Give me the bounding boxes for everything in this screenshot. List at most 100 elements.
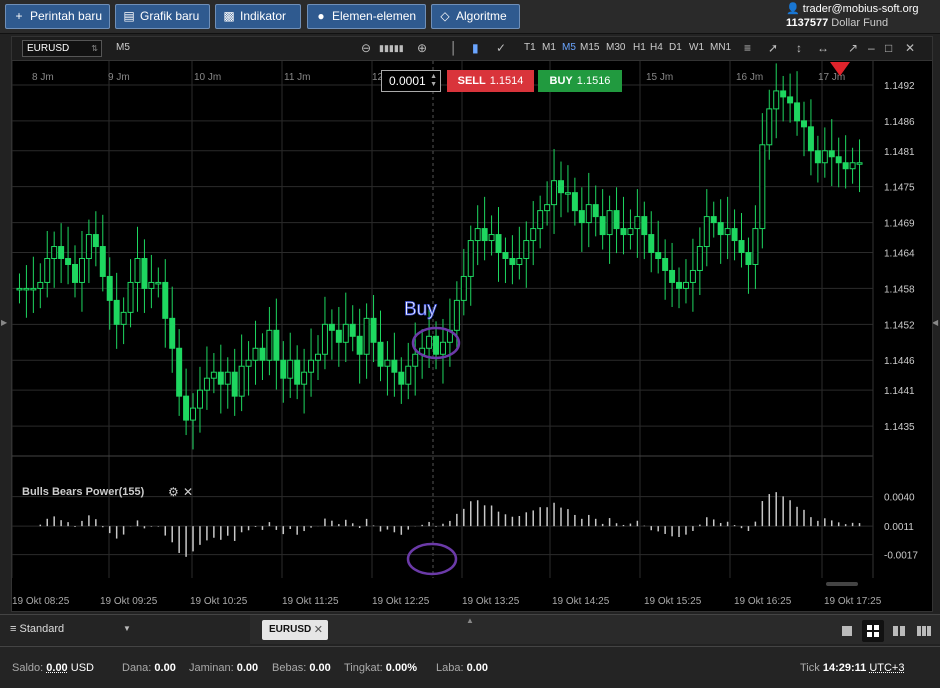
layout-horizontal-button[interactable] bbox=[912, 620, 934, 642]
candle[interactable] bbox=[544, 204, 551, 212]
elements-button[interactable]: ● Elemen-elemen bbox=[307, 4, 426, 29]
lot-input[interactable]: 0.0001 ▲ ▼ bbox=[381, 70, 441, 92]
candle[interactable] bbox=[578, 210, 585, 224]
candle[interactable] bbox=[738, 240, 745, 254]
candle[interactable] bbox=[606, 210, 613, 236]
candle[interactable] bbox=[245, 359, 252, 367]
candle[interactable] bbox=[502, 252, 509, 260]
candle[interactable] bbox=[308, 359, 315, 373]
candle[interactable] bbox=[627, 228, 634, 236]
candle[interactable] bbox=[620, 228, 627, 236]
timeframe-mn1[interactable]: MN1 bbox=[710, 42, 731, 53]
candle[interactable] bbox=[315, 353, 322, 361]
candle[interactable] bbox=[377, 341, 384, 367]
candle[interactable] bbox=[717, 222, 724, 236]
indicator-close-icon[interactable]: ✕ bbox=[183, 485, 193, 499]
candle[interactable] bbox=[231, 371, 238, 397]
candle[interactable] bbox=[592, 204, 599, 218]
layout-single-button[interactable] bbox=[836, 620, 858, 642]
candle[interactable] bbox=[662, 258, 669, 271]
left-panel-arrow-icon[interactable]: ▶ bbox=[1, 318, 7, 327]
candle[interactable] bbox=[44, 258, 51, 283]
candle[interactable] bbox=[634, 216, 641, 230]
candle[interactable] bbox=[523, 240, 530, 260]
candle[interactable] bbox=[453, 299, 460, 331]
candle[interactable] bbox=[169, 317, 176, 349]
candle[interactable] bbox=[613, 210, 620, 230]
candle[interactable] bbox=[321, 323, 328, 355]
horizontal-line-icon[interactable]: ↔ bbox=[817, 41, 829, 55]
timeframe-w1[interactable]: W1 bbox=[689, 42, 704, 53]
candle[interactable] bbox=[752, 228, 759, 265]
candle[interactable] bbox=[141, 258, 148, 289]
candle[interactable] bbox=[134, 258, 141, 283]
candle[interactable] bbox=[703, 216, 710, 248]
sell-button[interactable]: SELL 1.1514 bbox=[447, 70, 534, 92]
zoom-slider[interactable]: ▮▮▮▮▮ bbox=[379, 43, 404, 54]
candle[interactable] bbox=[585, 204, 592, 224]
candle[interactable] bbox=[72, 263, 79, 283]
candle[interactable] bbox=[287, 359, 294, 379]
layout-vertical-button[interactable] bbox=[888, 620, 910, 642]
candle[interactable] bbox=[391, 359, 398, 373]
candle[interactable] bbox=[759, 144, 766, 230]
candle[interactable] bbox=[551, 180, 558, 206]
candle[interactable] bbox=[398, 371, 405, 385]
candle[interactable] bbox=[710, 216, 717, 224]
timeframe-m30[interactable]: M30 bbox=[606, 42, 625, 53]
candle[interactable] bbox=[85, 234, 92, 260]
candle[interactable] bbox=[224, 371, 231, 385]
algorithms-button[interactable]: ◇ Algoritme bbox=[431, 4, 520, 29]
candle[interactable] bbox=[328, 323, 335, 331]
candle[interactable] bbox=[266, 329, 273, 361]
candle[interactable] bbox=[439, 341, 446, 355]
candle[interactable] bbox=[92, 234, 99, 248]
candle[interactable] bbox=[162, 281, 169, 319]
candle[interactable] bbox=[530, 228, 537, 242]
candle[interactable] bbox=[814, 150, 821, 164]
candle[interactable] bbox=[37, 281, 44, 289]
candle[interactable] bbox=[384, 359, 391, 367]
candle[interactable] bbox=[106, 275, 113, 301]
candle[interactable] bbox=[370, 317, 377, 343]
candle[interactable] bbox=[460, 275, 467, 301]
line-style-icon[interactable]: ✓ bbox=[496, 41, 506, 55]
candle[interactable] bbox=[773, 90, 780, 110]
candle[interactable] bbox=[794, 102, 801, 122]
tab-eurusd[interactable]: EURUSD ✕ bbox=[262, 620, 328, 640]
candle[interactable] bbox=[433, 335, 440, 355]
horizontal-scrollbar[interactable] bbox=[826, 582, 858, 586]
candle[interactable] bbox=[190, 407, 197, 421]
candle[interactable] bbox=[488, 234, 495, 242]
candle[interactable] bbox=[467, 240, 474, 277]
candle[interactable] bbox=[766, 108, 773, 146]
candle[interactable] bbox=[564, 192, 571, 195]
candle[interactable] bbox=[294, 359, 301, 385]
candle[interactable] bbox=[571, 192, 578, 212]
timeframe-m15[interactable]: M15 bbox=[580, 42, 599, 53]
candle[interactable] bbox=[557, 180, 564, 194]
candle[interactable] bbox=[696, 246, 703, 271]
candle[interactable] bbox=[280, 359, 287, 379]
candle[interactable] bbox=[689, 269, 696, 283]
candle[interactable] bbox=[335, 329, 342, 343]
candle[interactable] bbox=[127, 281, 134, 313]
indicator-settings-gear-icon[interactable]: ⚙ bbox=[168, 485, 179, 499]
candle[interactable] bbox=[426, 335, 433, 349]
candle[interactable] bbox=[113, 299, 120, 325]
candle[interactable] bbox=[669, 269, 676, 283]
candle[interactable] bbox=[724, 228, 731, 236]
candle[interactable] bbox=[99, 246, 106, 277]
candle[interactable] bbox=[183, 395, 190, 421]
candle[interactable] bbox=[238, 365, 245, 397]
maximize-icon[interactable]: □ bbox=[885, 41, 892, 55]
zoom-in-icon[interactable]: ⊕ bbox=[417, 41, 427, 55]
candle[interactable] bbox=[648, 234, 655, 254]
candle[interactable] bbox=[821, 150, 828, 164]
candle[interactable] bbox=[217, 371, 224, 385]
candle[interactable] bbox=[731, 228, 738, 242]
candle[interactable] bbox=[342, 323, 349, 343]
zoom-out-icon[interactable]: ⊖ bbox=[361, 41, 371, 55]
minimize-icon[interactable]: – bbox=[868, 41, 875, 55]
candle[interactable] bbox=[16, 287, 23, 291]
